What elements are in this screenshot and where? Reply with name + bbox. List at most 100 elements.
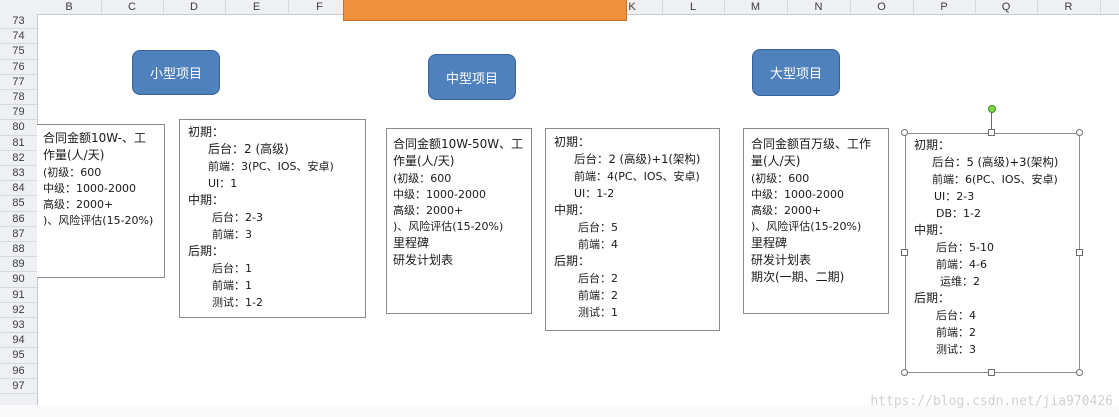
textbox-line: 前端：4-6 bbox=[936, 258, 987, 271]
textbox-line: 测试：3 bbox=[936, 343, 976, 356]
row-header[interactable]: 95 bbox=[0, 348, 37, 364]
large-staffing-textbox[interactable]: 初期： 后台：5 (高级)+3(架构) 前端：6(PC、IOS、安卓) UI：2… bbox=[905, 133, 1080, 373]
textbox-line: 作量(人/天) bbox=[43, 148, 105, 162]
textbox-line: 前端：1 bbox=[212, 279, 252, 292]
resize-handle-bottom-left[interactable] bbox=[901, 369, 908, 376]
small-contract-textbox[interactable]: 合同金额10W-、工 作量(人/天) (初级：600 中级：1000-2000 … bbox=[37, 124, 165, 278]
textbox-line: 中期： bbox=[554, 203, 591, 217]
textbox-line: 里程碑 bbox=[751, 236, 788, 250]
resize-handle-right[interactable] bbox=[1076, 249, 1083, 256]
row-header[interactable]: 88 bbox=[0, 242, 37, 258]
textbox-line: 高级：2000+ bbox=[43, 198, 114, 211]
textbox-line: 高级：2000+ bbox=[751, 204, 822, 217]
small-project-label[interactable]: 小型项目 bbox=[132, 50, 220, 95]
row-header[interactable]: 74 bbox=[0, 29, 37, 45]
row-header[interactable]: 83 bbox=[0, 166, 37, 182]
textbox-line: UI：1-2 bbox=[574, 187, 615, 200]
textbox-line: 后台：5-10 bbox=[936, 241, 994, 254]
textbox-line: 后期： bbox=[188, 244, 225, 258]
textbox-line: 后台：5 (高级)+3(架构) bbox=[932, 155, 1059, 169]
textbox-line: 中期： bbox=[188, 193, 225, 207]
medium-project-label[interactable]: 中型项目 bbox=[428, 54, 516, 100]
column-header-m[interactable]: M bbox=[724, 0, 788, 14]
column-header-q[interactable]: Q bbox=[975, 0, 1038, 14]
textbox-line: 前端：3(PC、IOS、安卓) bbox=[208, 160, 334, 173]
textbox-line: 后台：2 (高级)+1(架构) bbox=[574, 152, 701, 166]
large-project-label[interactable]: 大型项目 bbox=[752, 49, 840, 96]
row-header[interactable]: 85 bbox=[0, 196, 37, 212]
textbox-line: UI：1 bbox=[208, 177, 238, 190]
column-header-l[interactable]: L bbox=[662, 0, 725, 14]
row-header[interactable]: 91 bbox=[0, 288, 37, 303]
textbox-line: 前端：2 bbox=[936, 326, 976, 339]
row-header[interactable]: 84 bbox=[0, 181, 37, 197]
textbox-line: 初期： bbox=[188, 125, 225, 139]
row-header[interactable]: 79 bbox=[0, 105, 37, 121]
textbox-line: 后台：5 bbox=[578, 221, 618, 234]
row-header[interactable]: 77 bbox=[0, 75, 37, 90]
textbox-line: 后台：2 (高级) bbox=[208, 142, 289, 156]
row-header[interactable]: 94 bbox=[0, 333, 37, 349]
textbox-line: 后台：2 bbox=[578, 272, 618, 285]
row-header[interactable]: 73 bbox=[0, 14, 37, 30]
large-contract-textbox[interactable]: 合同金额百万级、工作 量(人/天) (初级：600 中级：1000-2000 高… bbox=[743, 128, 889, 314]
textbox-line: 中级：1000-2000 bbox=[751, 188, 844, 201]
rotation-handle[interactable] bbox=[988, 105, 996, 113]
textbox-line: 合同金额10W-、工 bbox=[43, 131, 146, 145]
textbox-line: 中级：1000-2000 bbox=[393, 188, 486, 201]
row-header[interactable]: 87 bbox=[0, 227, 37, 242]
textbox-line: 后台：1 bbox=[212, 262, 252, 275]
textbox-line: 后台：4 bbox=[936, 309, 976, 322]
row-header[interactable]: 81 bbox=[0, 136, 37, 151]
textbox-line: (初级：600 bbox=[43, 166, 102, 179]
orange-banner-shape[interactable] bbox=[343, 0, 627, 21]
textbox-line: 作量(人/天) bbox=[393, 154, 455, 168]
row-header[interactable]: 76 bbox=[0, 60, 37, 75]
row-header[interactable]: 92 bbox=[0, 303, 37, 318]
column-header-r[interactable]: R bbox=[1037, 0, 1101, 14]
column-header-o[interactable]: O bbox=[850, 0, 914, 14]
medium-contract-textbox[interactable]: 合同金额10W-50W、工 作量(人/天) (初级：600 中级：1000-20… bbox=[386, 128, 532, 314]
column-header-p[interactable]: P bbox=[913, 0, 976, 14]
row-header[interactable]: 97 bbox=[0, 379, 37, 394]
textbox-line: 后期： bbox=[914, 291, 951, 305]
column-header-d[interactable]: D bbox=[163, 0, 226, 14]
resize-handle-bottom-right[interactable] bbox=[1076, 369, 1083, 376]
textbox-line: 初期： bbox=[914, 138, 951, 152]
small-staffing-textbox[interactable]: 初期： 后台：2 (高级) 前端：3(PC、IOS、安卓) UI：1 中期： 后… bbox=[179, 119, 366, 318]
textbox-line: 合同金额百万级、工作 bbox=[751, 137, 872, 151]
textbox-line: 前端：4 bbox=[578, 238, 618, 251]
textbox-line: (初级：600 bbox=[751, 172, 810, 185]
textbox-line: 前端：2 bbox=[578, 289, 618, 302]
textbox-line: 后台：2-3 bbox=[212, 211, 263, 224]
row-header[interactable]: 89 bbox=[0, 257, 37, 273]
column-header-c[interactable]: C bbox=[101, 0, 164, 14]
column-header-b[interactable]: B bbox=[37, 0, 102, 14]
textbox-line: 运维：2 bbox=[940, 275, 980, 288]
resize-handle-top[interactable] bbox=[988, 129, 995, 136]
row-header[interactable]: 75 bbox=[0, 44, 37, 60]
textbox-line: )、风险评估(15-20%) bbox=[393, 220, 504, 233]
column-header-e[interactable]: E bbox=[225, 0, 289, 14]
medium-staffing-textbox[interactable]: 初期： 后台：2 (高级)+1(架构) 前端：4(PC、IOS、安卓) UI：1… bbox=[545, 128, 720, 331]
resize-handle-top-right[interactable] bbox=[1076, 129, 1083, 136]
textbox-line: 量(人/天) bbox=[751, 154, 801, 168]
textbox-line: 中级：1000-2000 bbox=[43, 182, 136, 195]
resize-handle-top-left[interactable] bbox=[901, 129, 908, 136]
row-header[interactable]: 86 bbox=[0, 212, 37, 227]
row-header[interactable]: 80 bbox=[0, 120, 37, 136]
rotation-stem bbox=[991, 112, 992, 130]
textbox-line: 测试：1-2 bbox=[212, 296, 263, 309]
row-header[interactable]: 93 bbox=[0, 318, 37, 334]
textbox-line: 测试：1 bbox=[578, 306, 618, 319]
textbox-line: UI：2-3 bbox=[934, 190, 975, 203]
row-header[interactable]: 78 bbox=[0, 90, 37, 106]
column-header-n[interactable]: N bbox=[787, 0, 851, 14]
row-header[interactable]: 96 bbox=[0, 364, 37, 379]
resize-handle-bottom[interactable] bbox=[988, 369, 995, 376]
resize-handle-left[interactable] bbox=[901, 249, 908, 256]
row-header[interactable]: 90 bbox=[0, 272, 37, 288]
textbox-line: 前端：6(PC、IOS、安卓) bbox=[932, 173, 1058, 186]
textbox-line: 研发计划表 bbox=[751, 253, 812, 267]
row-header[interactable]: 82 bbox=[0, 151, 37, 166]
